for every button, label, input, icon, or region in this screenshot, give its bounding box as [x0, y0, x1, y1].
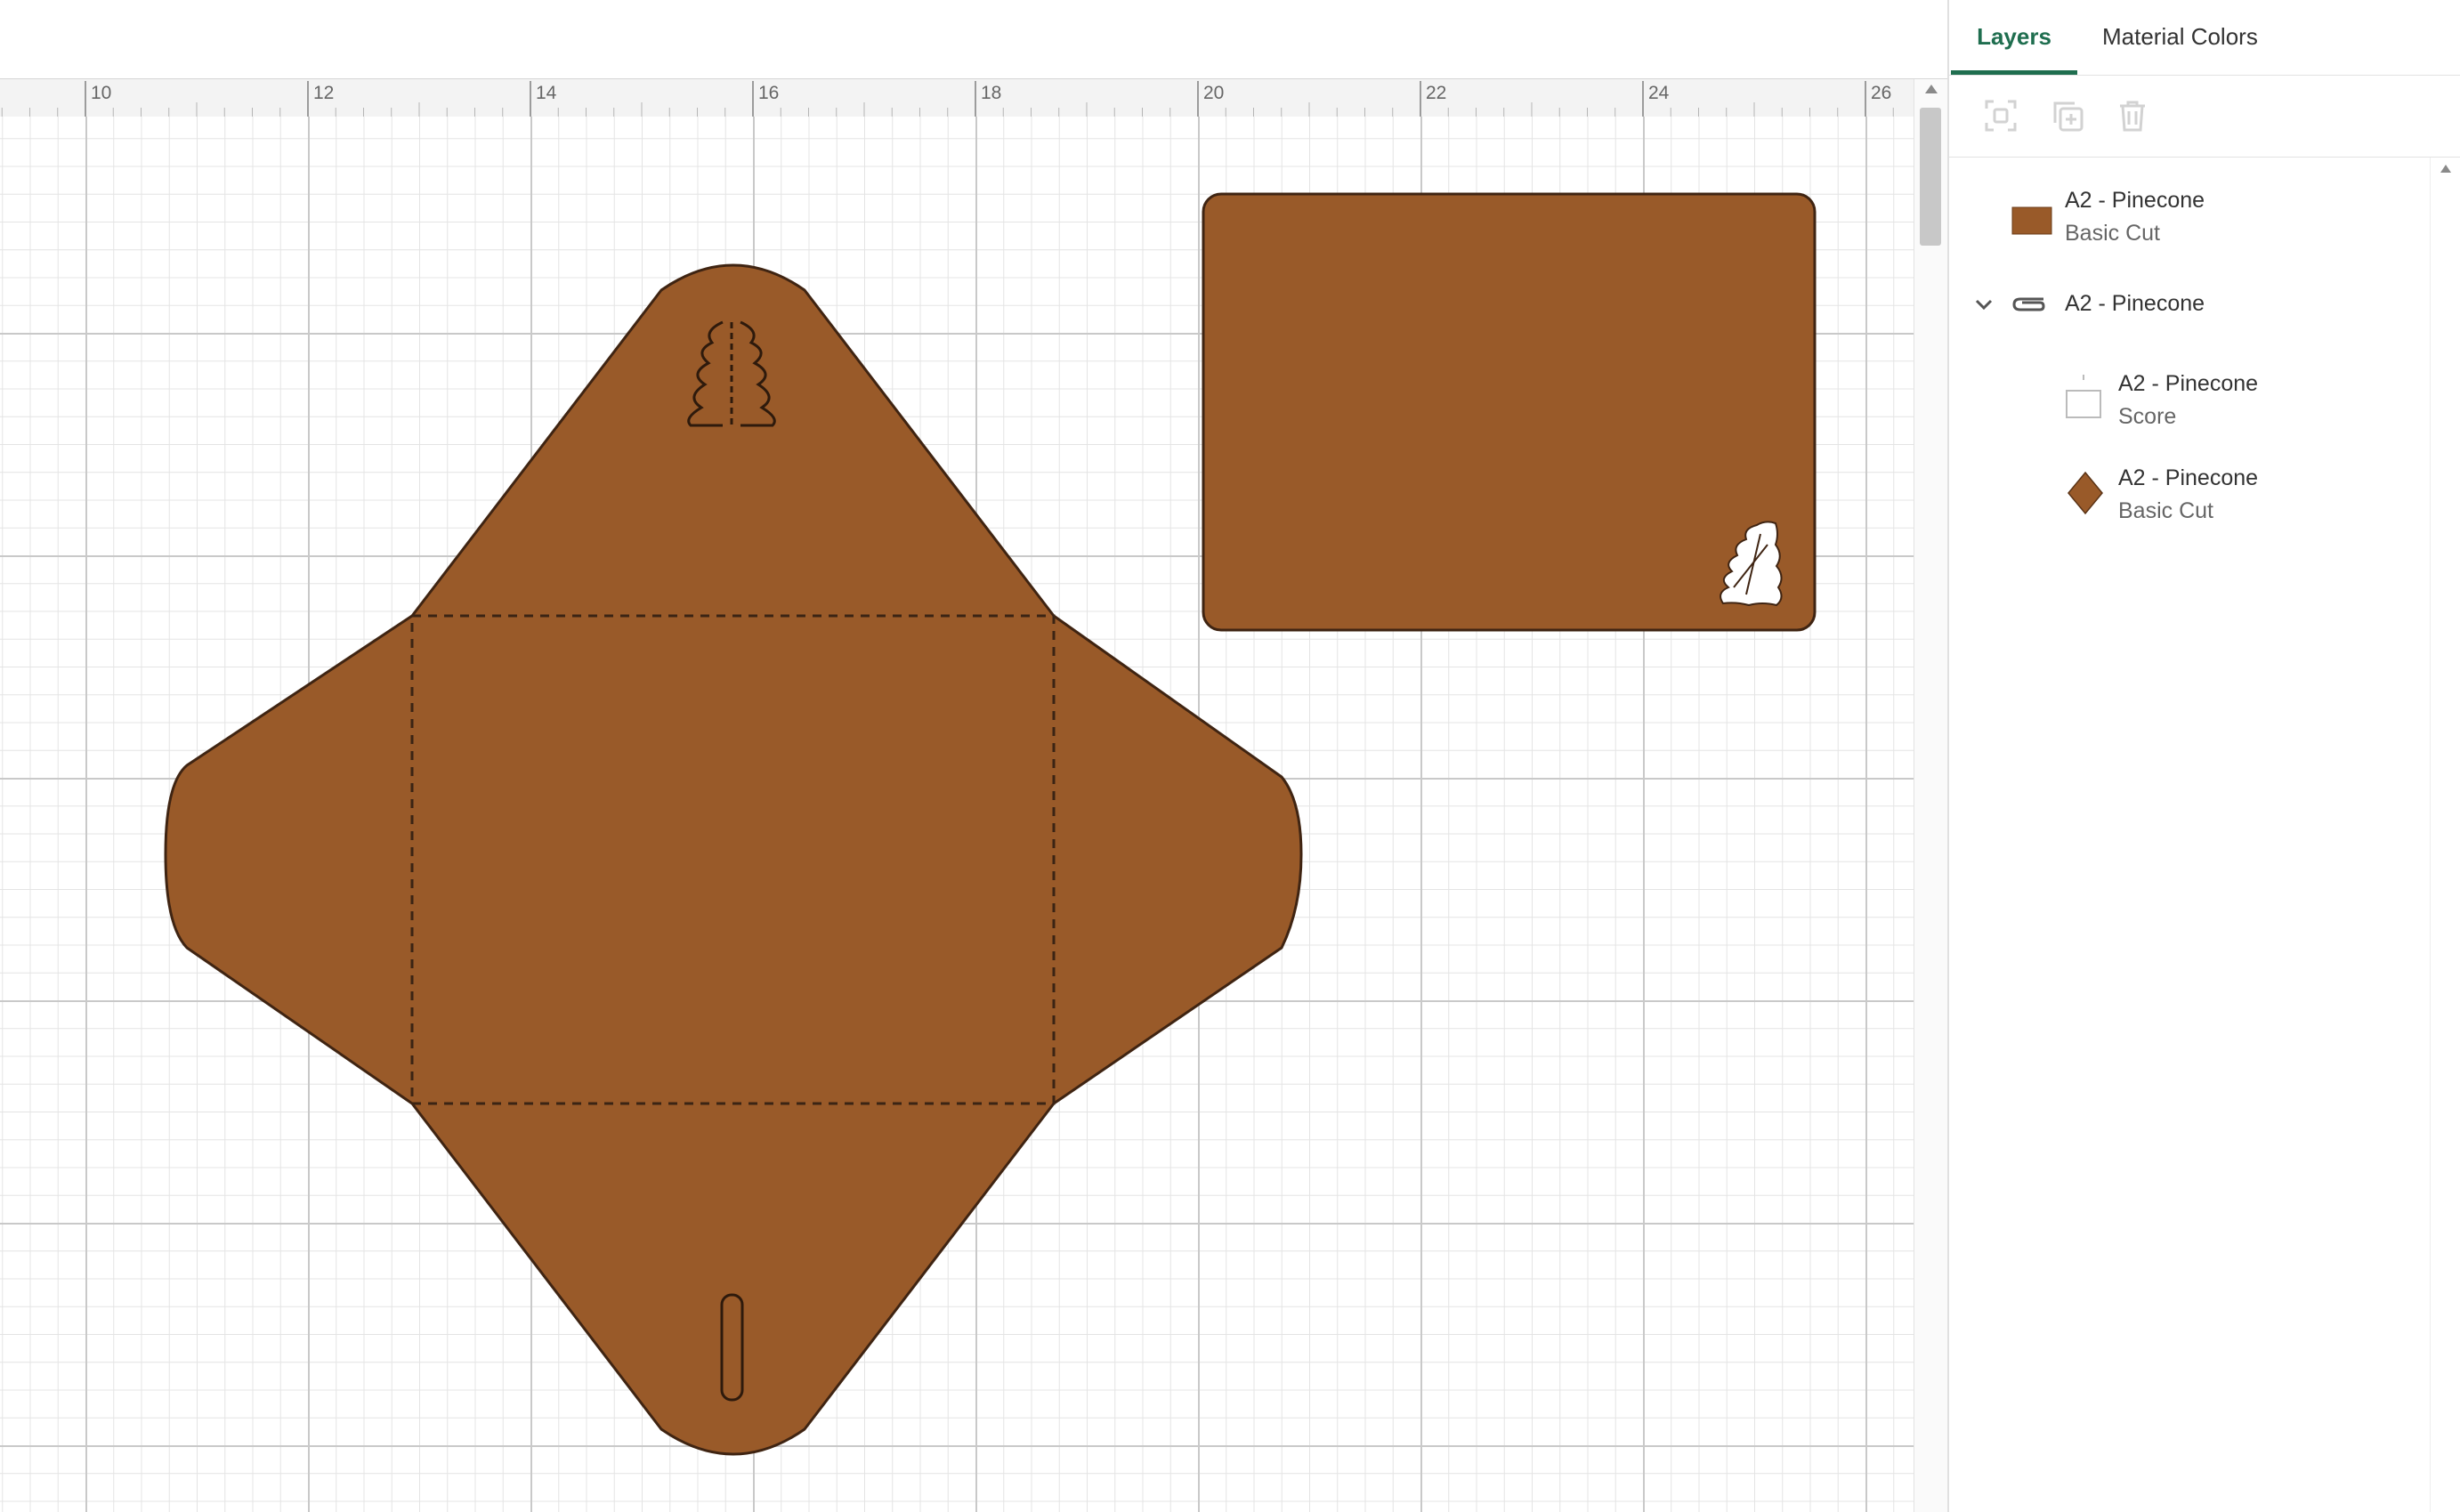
envelope-shape[interactable]	[164, 263, 1303, 1456]
group-icon	[1985, 100, 2017, 132]
attach-icon	[2012, 297, 2045, 311]
card-rectangle[interactable]	[1202, 192, 1817, 632]
layer-item[interactable]: A2 - Pinecone Basic Cut	[1949, 170, 2430, 268]
ruler-label: 12	[313, 83, 334, 103]
duplicate-icon	[2053, 101, 2084, 132]
canvas-grid[interactable]	[0, 117, 1914, 1512]
rectangle-swatch-icon	[2011, 206, 2052, 235]
group-name: A2 - Pinecone	[2065, 291, 2205, 316]
ruler-label: 20	[1203, 83, 1224, 103]
ruler-label: 22	[1426, 83, 1446, 103]
layer-operation: Score	[2118, 404, 2177, 429]
layers-list: A2 - Pinecone Basic Cut A2 - Pinecone A2…	[1949, 158, 2430, 1512]
panel-tabs: Layers Material Colors	[1949, 0, 2460, 76]
canvas-vertical-scrollbar[interactable]	[1914, 79, 1948, 1512]
ruler-label: 18	[981, 83, 1001, 103]
ruler-label: 14	[536, 83, 557, 103]
group-button[interactable]	[1983, 98, 2019, 133]
layers-scrollbar[interactable]	[2430, 158, 2460, 1512]
layer-item[interactable]: A2 - Pinecone Basic Cut	[1949, 448, 2430, 546]
horizontal-ruler: 10 12 14 16 18 20 22 24 26	[0, 79, 1914, 118]
layer-group[interactable]: A2 - Pinecone	[1949, 273, 2430, 341]
design-layer	[164, 192, 1817, 1456]
ruler-label: 10	[91, 83, 111, 103]
layer-name: A2 - Pinecone	[2065, 188, 2205, 213]
ruler-label: 24	[1648, 83, 1670, 103]
layers-toolbar	[1949, 75, 2460, 158]
canvas-top-bar	[0, 0, 1947, 79]
layers-panel: Layers Material Colors A2 - Pinecone Bas…	[1947, 0, 2460, 1512]
layer-operation: Basic Cut	[2118, 498, 2213, 523]
ruler-label: 16	[758, 83, 779, 103]
layer-name: A2 - Pinecone	[2118, 465, 2259, 490]
scroll-thumb[interactable]	[1920, 108, 1941, 246]
chevron-down-icon[interactable]	[1974, 295, 1994, 314]
layer-operation: Basic Cut	[2065, 221, 2160, 246]
layer-name: A2 - Pinecone	[2118, 371, 2259, 396]
diamond-swatch-icon	[2068, 471, 2103, 515]
scroll-up-arrow-icon[interactable]	[1925, 85, 1938, 93]
scroll-up-arrow-icon[interactable]	[2440, 165, 2451, 173]
delete-button[interactable]	[2115, 98, 2150, 133]
layer-item[interactable]: A2 - Pinecone Score	[1949, 353, 2430, 451]
tab-layers[interactable]: Layers	[1951, 0, 2077, 75]
trash-icon	[2120, 101, 2145, 132]
tab-material-colors[interactable]: Material Colors	[2102, 0, 2280, 75]
ruler-ticks: 10 12 14 16 18 20 22 24 26	[1, 81, 1894, 117]
ruler-label: 26	[1871, 83, 1891, 103]
design-canvas-area: 10 12 14 16 18 20 22 24 26	[0, 0, 1948, 1512]
duplicate-button[interactable]	[2050, 98, 2085, 133]
score-swatch-icon	[2066, 375, 2101, 418]
